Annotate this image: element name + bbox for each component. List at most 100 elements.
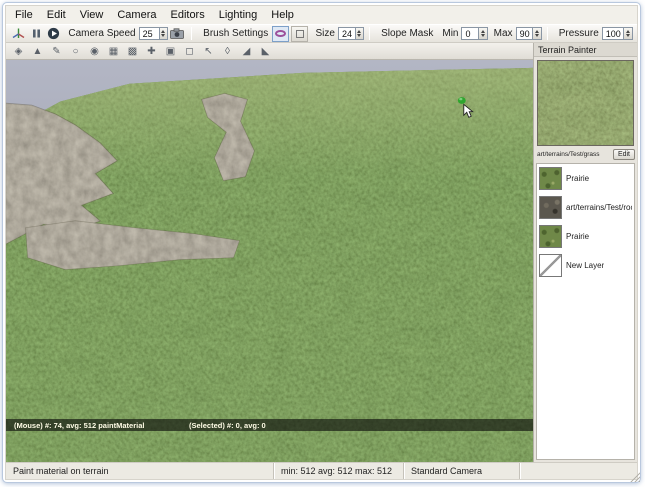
status-mode: Paint material on terrain	[6, 463, 274, 479]
status-spacer	[520, 463, 637, 479]
brush-size-spinner[interactable]	[355, 27, 365, 40]
adjust-select-icon: ↖	[204, 45, 213, 57]
terrain-info-overlay: (Mouse) #: 74, avg: 512 paintMaterial (S…	[6, 419, 533, 431]
terrain-3d-scene	[6, 60, 533, 462]
menu-file[interactable]: File	[8, 7, 40, 23]
ramp-tool-button[interactable]: ◢	[237, 44, 256, 59]
mountain-tool-button[interactable]: ◣	[256, 44, 275, 59]
pressure-label: Pressure	[558, 28, 599, 39]
clear-empty-button[interactable]: ▣	[161, 44, 180, 59]
layer-thumbnail-rock	[539, 196, 562, 219]
layer-label: New Layer	[566, 261, 605, 270]
camera-settings-button[interactable]	[169, 26, 185, 41]
soft-select-icon: ◊	[225, 45, 230, 57]
main-toolbar: Camera Speed 25 Brush Settings Size 24 S…	[6, 24, 637, 43]
layer-item-rock[interactable]: art/terrains/Test/rock	[537, 193, 634, 222]
toolbar-separator	[369, 27, 371, 40]
box-brush-button[interactable]	[291, 25, 309, 42]
layer-list: Prairie art/terrains/Test/rock Prairie N…	[536, 163, 635, 460]
layer-item-prairie-1[interactable]: Prairie	[537, 164, 634, 193]
ramp-tool-icon: ◢	[242, 45, 251, 57]
slope-min-spinner[interactable]	[479, 27, 488, 40]
play-button[interactable]	[46, 26, 61, 41]
toolbar-separator	[546, 27, 548, 40]
set-height-icon: ▩	[127, 45, 138, 57]
status-height-stats: min: 512 avg: 512 max: 512	[274, 463, 404, 479]
pause-button[interactable]	[28, 26, 43, 41]
screenshot-frame: File Edit View Camera Editors Lighting H…	[2, 2, 641, 483]
material-preview[interactable]	[537, 60, 634, 146]
camera-speed-label: Camera Speed	[68, 28, 136, 39]
paint-noise-icon: ◉	[90, 45, 99, 57]
axis-gizmo-button[interactable]	[11, 26, 26, 41]
material-preview-texture	[538, 61, 633, 145]
flatten-height-icon: ▦	[108, 45, 119, 57]
clear-empty-icon: ▣	[165, 45, 176, 57]
raise-height-icon: ▲	[32, 45, 43, 57]
menu-help[interactable]: Help	[264, 7, 301, 23]
edit-material-button[interactable]: Edit	[612, 149, 635, 160]
editor-window: File Edit View Camera Editors Lighting H…	[5, 5, 640, 482]
select-terrain-icon: ◻	[185, 45, 194, 57]
slope-max-input[interactable]: 90	[515, 27, 534, 40]
camera-speed-input[interactable]: 25	[138, 27, 160, 40]
menu-editors[interactable]: Editors	[163, 7, 211, 23]
layer-item-new-layer[interactable]: New Layer	[537, 251, 634, 280]
resize-grip-icon[interactable]	[629, 471, 640, 482]
menu-bar: File Edit View Camera Editors Lighting H…	[6, 6, 637, 24]
menu-camera[interactable]: Camera	[110, 7, 163, 23]
axis-gizmo-icon	[12, 28, 25, 39]
slope-mask-label: Slope Mask	[381, 28, 434, 39]
selected-info-text: (Selected) #: 0, avg: 0	[189, 421, 266, 430]
size-label: Size	[315, 28, 335, 39]
camera-speed-spinner[interactable]	[159, 27, 169, 40]
layer-thumbnail-new	[539, 254, 562, 277]
menu-lighting[interactable]: Lighting	[212, 7, 265, 23]
box-brush-icon	[295, 29, 304, 38]
pressure-input[interactable]: 100	[601, 27, 625, 40]
brush-size-input[interactable]: 24	[337, 27, 356, 40]
mouse-info-text: (Mouse) #: 74, avg: 512 paintMaterial	[14, 421, 145, 430]
soft-select-button[interactable]: ◊	[218, 44, 237, 59]
set-empty-icon: ✚	[147, 45, 156, 57]
adjust-select-button[interactable]: ↖	[199, 44, 218, 59]
pause-icon	[32, 29, 40, 38]
slope-min-input[interactable]: 0	[461, 27, 480, 40]
flatten-height-button[interactable]: ▦	[104, 44, 123, 59]
smooth-height-button[interactable]: ○	[66, 44, 85, 59]
set-height-button[interactable]: ▩	[123, 44, 142, 59]
ellipse-brush-icon	[275, 30, 287, 37]
paint-noise-button[interactable]: ◉	[85, 44, 104, 59]
terrain-viewport[interactable]: (Mouse) #: 74, avg: 512 paintMaterial (S…	[6, 60, 533, 462]
slope-max-spinner[interactable]	[533, 27, 542, 40]
brush-settings-label: Brush Settings	[203, 28, 269, 39]
pressure-spinner[interactable]	[624, 27, 633, 40]
viewport-column: ◈ ▲ ✎ ○ ◉ ▦ ▩ ✚ ▣ ◻ ↖ ◊ ◢ ◣ (Mouse) #: 7…	[6, 43, 533, 462]
toolbar-separator	[191, 27, 193, 40]
layer-label: art/terrains/Test/rock	[566, 203, 632, 212]
status-bar: Paint material on terrain min: 512 avg: …	[6, 462, 637, 479]
terrain-painter-panel: Terrain Painter art/terrains/Test/grass …	[533, 43, 637, 462]
layer-label: Prairie	[566, 174, 590, 183]
layer-thumbnail-grass	[539, 225, 562, 248]
lower-height-button[interactable]: ✎	[47, 44, 66, 59]
layer-item-prairie-2[interactable]: Prairie	[537, 222, 634, 251]
ellipse-brush-button[interactable]	[272, 25, 290, 42]
play-icon	[48, 27, 60, 40]
layer-label: Prairie	[566, 232, 590, 241]
material-path-row: art/terrains/Test/grass Edit	[534, 149, 637, 161]
raise-height-button[interactable]: ▲	[28, 44, 47, 59]
status-camera: Standard Camera	[404, 463, 520, 479]
transform-gizmo-icon: ◈	[14, 45, 23, 57]
camera-icon	[170, 28, 185, 39]
slope-min-label: Min	[442, 28, 459, 39]
lower-height-icon: ✎	[52, 45, 61, 57]
select-terrain-button[interactable]: ◻	[180, 44, 199, 59]
terrain-tools-toolbar: ◈ ▲ ✎ ○ ◉ ▦ ▩ ✚ ▣ ◻ ↖ ◊ ◢ ◣	[6, 43, 533, 60]
set-empty-button[interactable]: ✚	[142, 44, 161, 59]
transform-gizmo-button[interactable]: ◈	[9, 44, 28, 59]
menu-view[interactable]: View	[73, 7, 111, 23]
panel-title: Terrain Painter	[534, 43, 637, 57]
menu-edit[interactable]: Edit	[40, 7, 73, 23]
smooth-height-icon: ○	[72, 45, 79, 57]
